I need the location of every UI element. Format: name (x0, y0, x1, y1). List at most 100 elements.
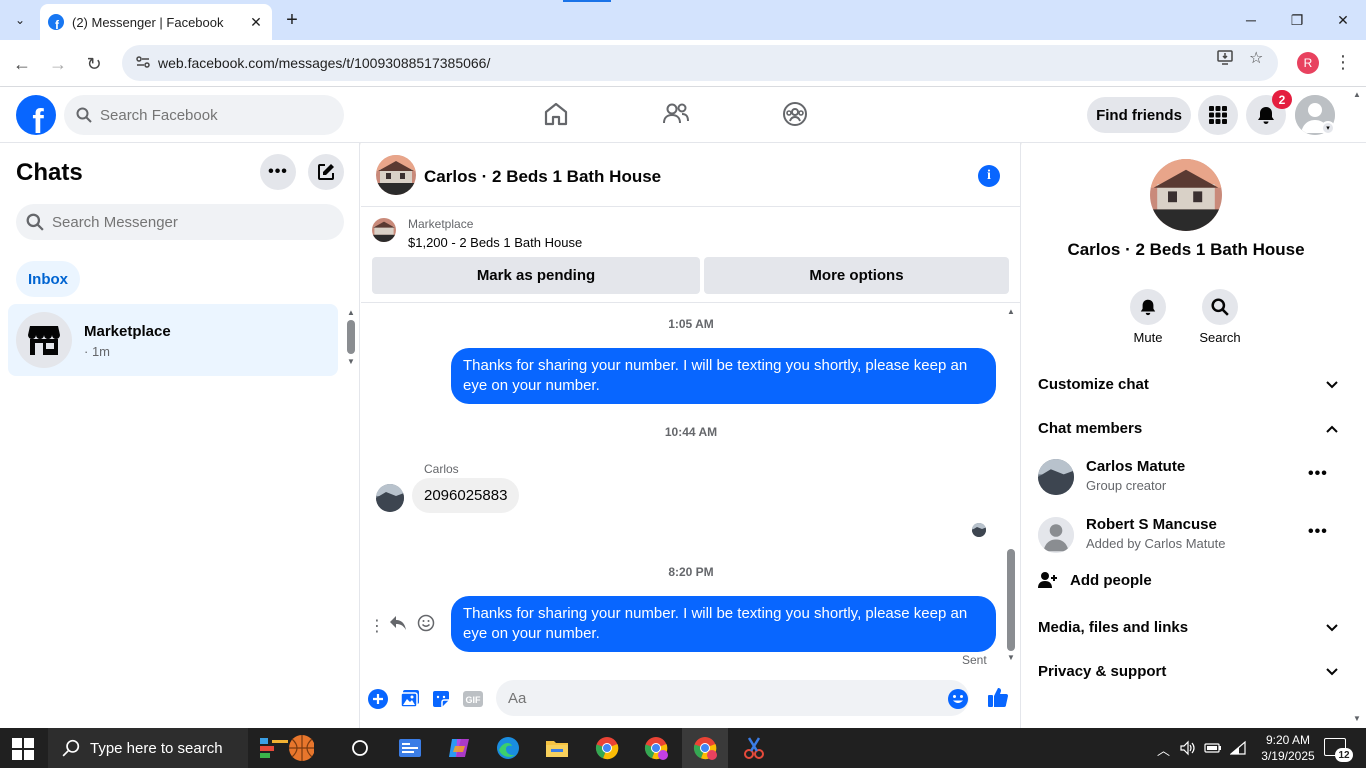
new-tab-icon[interactable]: + (280, 8, 304, 32)
emoji-picker-icon[interactable] (947, 688, 969, 715)
windows-start-icon[interactable] (12, 738, 34, 760)
page-scroll-up-icon[interactable]: ▲ (1353, 90, 1365, 99)
facebook-search-input[interactable] (100, 106, 320, 124)
browser-tab[interactable]: f (2) Messenger | Facebook ✕ (40, 4, 272, 40)
groups-icon[interactable] (780, 99, 810, 129)
message-composer: GIF (361, 676, 1021, 728)
chrome-active-icon[interactable] (691, 734, 719, 762)
message-timestamp: 1:05 AM (668, 317, 714, 331)
friends-icon[interactable] (661, 99, 691, 129)
new-message-icon[interactable] (308, 154, 344, 190)
scroll-up-icon[interactable]: ▲ (346, 308, 356, 317)
install-app-icon[interactable] (1216, 48, 1234, 71)
browser-menu-icon[interactable]: ⋮ (1334, 52, 1352, 73)
info-avatar[interactable] (1150, 159, 1222, 231)
volume-icon[interactable] (1180, 740, 1196, 759)
task-view-icon[interactable] (346, 734, 374, 762)
privacy-support-section[interactable]: Privacy & support (1038, 659, 1338, 683)
attach-photo-icon[interactable] (399, 688, 421, 710)
mute-button[interactable]: Mute (1118, 289, 1178, 345)
find-friends-button[interactable]: Find friends (1087, 97, 1191, 133)
tab-close-icon[interactable]: ✕ (246, 12, 266, 32)
search-icon (1202, 289, 1238, 325)
inbox-filter-tab[interactable]: Inbox (16, 261, 80, 297)
listing-thumbnail[interactable] (372, 218, 396, 242)
marketplace-listing-bar: Marketplace $1,200 - 2 Beds 1 Bath House… (361, 207, 1021, 303)
restore-icon[interactable]: ❐ (1274, 0, 1320, 40)
menu-grid-icon[interactable] (1198, 95, 1238, 135)
facebook-search[interactable] (64, 95, 344, 135)
listing-title[interactable]: $1,200 - 2 Beds 1 Bath House (408, 235, 582, 250)
outgoing-message-bubble[interactable]: Thanks for sharing your number. I will b… (451, 596, 996, 652)
more-options-button[interactable]: More options (704, 257, 1009, 294)
tab-search-chevron-icon[interactable]: ⌄ (8, 8, 32, 32)
bookmark-star-icon[interactable]: ☆ (1249, 48, 1263, 68)
scroll-thumb[interactable] (347, 320, 355, 354)
customize-chat-section[interactable]: Customize chat (1038, 372, 1338, 396)
url-text[interactable]: web.facebook.com/messages/t/100930885173… (158, 55, 490, 71)
browser-profile-avatar[interactable]: R (1297, 52, 1319, 74)
scroll-up-icon[interactable]: ▲ (1005, 307, 1017, 317)
chat-member-row[interactable]: Robert S Mancuse Added by Carlos Matute … (1038, 513, 1338, 557)
sticker-icon[interactable] (430, 688, 452, 710)
chat-list-item[interactable]: Marketplace · 1m (8, 304, 338, 376)
chevron-down-icon (1326, 376, 1338, 393)
member-options-icon[interactable]: ••• (1308, 465, 1328, 483)
messenger-search[interactable] (16, 204, 344, 240)
battery-icon[interactable] (1204, 740, 1222, 759)
show-hidden-icons-chevron-icon[interactable]: ︿ (1157, 740, 1170, 759)
snipping-tool-icon[interactable] (740, 734, 768, 762)
file-app-icon[interactable] (396, 734, 424, 762)
chat-list-scrollbar[interactable]: ▲ ▼ (346, 308, 356, 368)
copilot-icon[interactable] (445, 734, 473, 762)
scroll-down-icon[interactable]: ▼ (346, 357, 356, 366)
edge-browser-icon[interactable] (494, 734, 522, 762)
minimize-icon[interactable]: ─ (1228, 0, 1274, 40)
taskbar-clock[interactable]: 9:20 AM 3/19/2025 (1256, 732, 1320, 764)
message-input[interactable] (508, 689, 908, 707)
like-thumbs-up-icon[interactable] (987, 686, 1009, 708)
window-close-icon[interactable]: ✕ (1320, 0, 1366, 40)
forward-icon[interactable]: → (44, 50, 72, 78)
react-emoji-icon[interactable] (417, 614, 435, 637)
conversation-title[interactable]: Carlos · 2 Beds 1 Bath House (424, 167, 661, 187)
outgoing-message-bubble[interactable]: Thanks for sharing your number. I will b… (451, 348, 996, 404)
conversation-header: Carlos · 2 Beds 1 Bath House i (361, 143, 1021, 207)
media-files-links-section[interactable]: Media, files and links (1038, 615, 1338, 639)
page-scroll-down-icon[interactable]: ▼ (1353, 714, 1365, 723)
chat-member-row[interactable]: Carlos Matute Group creator ••• (1038, 455, 1338, 499)
news-widget-icon[interactable] (258, 734, 314, 762)
messenger-search-input[interactable] (52, 213, 322, 231)
scroll-down-icon[interactable]: ▼ (1005, 653, 1017, 663)
chat-options-icon[interactable]: ••• (260, 154, 296, 190)
message-more-icon[interactable]: ⋮ (369, 616, 385, 636)
chat-members-section[interactable]: Chat members (1038, 416, 1338, 440)
omnibox[interactable]: web.facebook.com/messages/t/100930885173… (122, 45, 1278, 81)
notification-badge: 2 (1272, 90, 1292, 109)
taskbar-search[interactable]: Type here to search (48, 728, 248, 768)
more-actions-plus-icon[interactable] (367, 688, 389, 710)
chrome-icon[interactable] (593, 734, 621, 762)
search-in-chat-button[interactable]: Search (1190, 289, 1250, 345)
mark-as-pending-button[interactable]: Mark as pending (372, 257, 700, 294)
scroll-thumb[interactable] (1007, 549, 1015, 651)
wifi-icon[interactable] (1229, 740, 1246, 759)
conversation-avatar[interactable] (376, 155, 416, 195)
back-icon[interactable]: ← (8, 50, 36, 78)
facebook-logo-icon[interactable]: f (16, 95, 56, 135)
sender-avatar[interactable] (376, 484, 404, 512)
chrome-profile-icon[interactable] (642, 734, 670, 762)
add-people-button[interactable]: Add people (1038, 571, 1152, 589)
thread-scrollbar[interactable]: ▲ ▼ (1005, 307, 1017, 667)
incoming-message-bubble[interactable]: 2096025883 (412, 478, 520, 513)
account-chevron-icon[interactable]: ▾ (1321, 121, 1335, 135)
message-input-box[interactable] (496, 680, 969, 716)
home-icon[interactable] (541, 99, 571, 129)
conversation-info-icon[interactable]: i (978, 165, 1000, 187)
file-explorer-icon[interactable] (543, 734, 571, 762)
member-options-icon[interactable]: ••• (1308, 523, 1328, 541)
reload-icon[interactable]: ↻ (80, 50, 108, 78)
reply-icon[interactable] (389, 615, 407, 636)
gif-icon[interactable]: GIF (462, 688, 484, 710)
site-info-icon[interactable] (128, 54, 158, 73)
